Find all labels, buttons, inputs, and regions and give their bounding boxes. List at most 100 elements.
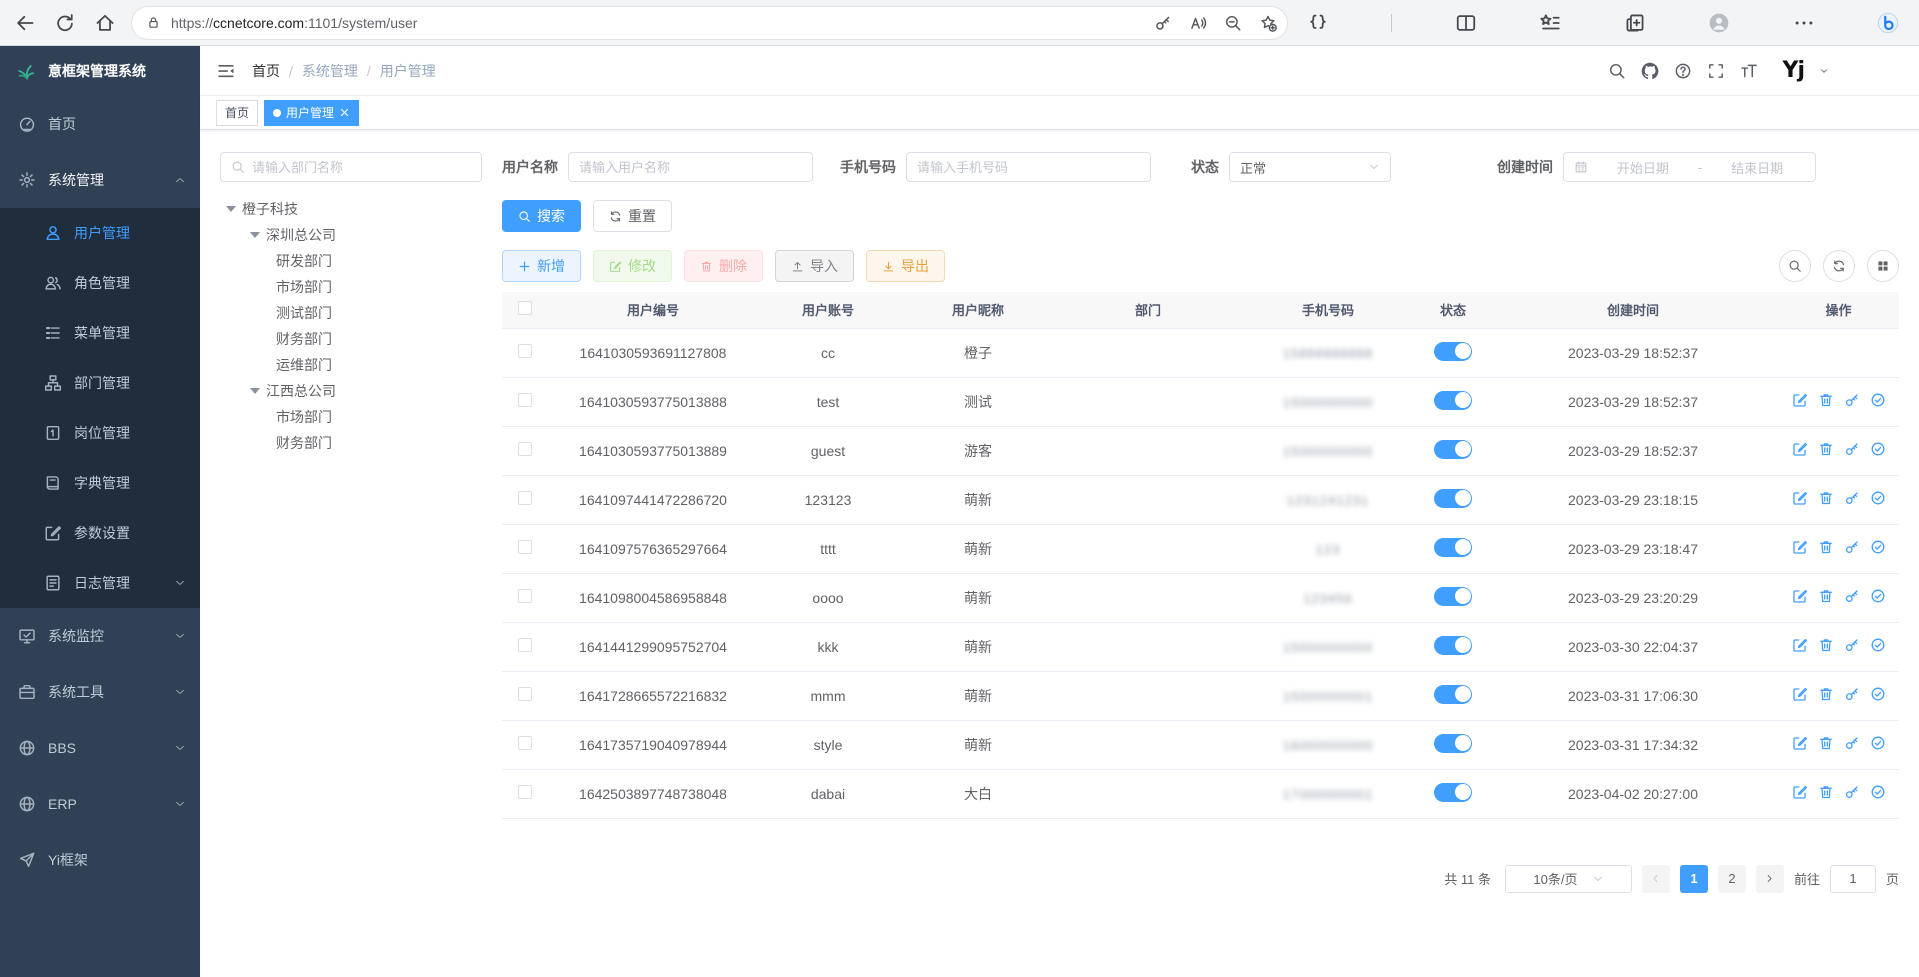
- home-icon[interactable]: [94, 12, 116, 34]
- status-toggle[interactable]: [1434, 342, 1472, 361]
- column-settings-button[interactable]: [1867, 250, 1899, 282]
- select-all-checkbox[interactable]: [518, 301, 532, 315]
- sidebar-item-bbs[interactable]: BBS: [0, 720, 200, 776]
- lock-icon[interactable]: [146, 15, 161, 30]
- dept-search-input[interactable]: [252, 160, 471, 175]
- tab-user-mgmt[interactable]: 用户管理: [264, 100, 359, 126]
- sidebar-item-system-monitor[interactable]: 系统监控: [0, 608, 200, 664]
- more-menu-icon[interactable]: [1793, 12, 1815, 34]
- edit-row-icon[interactable]: [1792, 441, 1808, 457]
- copilot-icon[interactable]: [1877, 12, 1899, 34]
- password-key-icon[interactable]: [1154, 14, 1172, 32]
- close-tab-icon[interactable]: [339, 107, 350, 118]
- breadcrumb-home[interactable]: 首页: [252, 61, 280, 81]
- split-screen-icon[interactable]: [1455, 12, 1477, 34]
- row-checkbox[interactable]: [518, 491, 532, 505]
- tree-node[interactable]: 研发部门: [220, 248, 482, 274]
- delete-row-icon[interactable]: [1818, 441, 1834, 457]
- reset-password-icon[interactable]: [1844, 539, 1860, 555]
- sidebar-item-erp[interactable]: ERP: [0, 776, 200, 832]
- delete-row-icon[interactable]: [1818, 735, 1834, 751]
- tree-node[interactable]: 江西总公司: [220, 378, 482, 404]
- sidebar-item-role-mgmt[interactable]: 角色管理: [0, 258, 200, 308]
- edit-row-icon[interactable]: [1792, 490, 1808, 506]
- status-toggle[interactable]: [1434, 685, 1472, 704]
- caret-icon[interactable]: [226, 206, 236, 212]
- edit-row-icon[interactable]: [1792, 392, 1808, 408]
- row-checkbox[interactable]: [518, 344, 532, 358]
- goto-page-input[interactable]: [1830, 865, 1876, 893]
- edit-row-icon[interactable]: [1792, 637, 1808, 653]
- reset-password-icon[interactable]: [1844, 735, 1860, 751]
- tree-node[interactable]: 深圳总公司: [220, 222, 482, 248]
- row-checkbox[interactable]: [518, 540, 532, 554]
- delete-row-icon[interactable]: [1818, 539, 1834, 555]
- assign-role-icon[interactable]: [1870, 539, 1886, 555]
- back-icon[interactable]: [14, 12, 36, 34]
- tree-node[interactable]: 市场部门: [220, 404, 482, 430]
- row-checkbox[interactable]: [518, 442, 532, 456]
- tab-home[interactable]: 首页: [216, 100, 258, 126]
- status-toggle[interactable]: [1434, 489, 1472, 508]
- date-range-picker[interactable]: 开始日期 - 结束日期: [1563, 152, 1816, 182]
- assign-role-icon[interactable]: [1870, 392, 1886, 408]
- avatar-caret-icon[interactable]: [1819, 66, 1829, 76]
- assign-role-icon[interactable]: [1870, 490, 1886, 506]
- sidebar-toggle-icon[interactable]: [216, 61, 236, 81]
- prev-page-button[interactable]: [1642, 865, 1670, 893]
- sidebar-item-system-tools[interactable]: 系统工具: [0, 664, 200, 720]
- collections-icon[interactable]: [1624, 12, 1646, 34]
- app-logo[interactable]: 意框架管理系统: [0, 46, 200, 96]
- tree-node[interactable]: 市场部门: [220, 274, 482, 300]
- page-button-2[interactable]: 2: [1718, 865, 1746, 893]
- sidebar-item-system-admin[interactable]: 系统管理: [0, 152, 200, 208]
- caret-icon[interactable]: [250, 232, 260, 238]
- phone-input[interactable]: [917, 160, 1140, 175]
- delete-row-icon[interactable]: [1818, 392, 1834, 408]
- font-size-icon[interactable]: [1740, 62, 1758, 80]
- reset-password-icon[interactable]: [1844, 637, 1860, 653]
- user-avatar-logo[interactable]: Yj: [1783, 58, 1804, 83]
- url-text[interactable]: https://ccnetcore.com:1101/system/user: [171, 15, 1154, 31]
- profile-avatar[interactable]: [1708, 12, 1730, 34]
- row-checkbox[interactable]: [518, 785, 532, 799]
- refresh-table-button[interactable]: [1823, 250, 1855, 282]
- sidebar-item-post-mgmt[interactable]: 岗位管理: [0, 408, 200, 458]
- favorites-bar-icon[interactable]: [1539, 12, 1561, 34]
- add-favorite-icon[interactable]: [1259, 14, 1277, 32]
- delete-row-icon[interactable]: [1818, 784, 1834, 800]
- reset-password-icon[interactable]: [1844, 784, 1860, 800]
- sidebar-item-dept-mgmt[interactable]: 部门管理: [0, 358, 200, 408]
- assign-role-icon[interactable]: [1870, 637, 1886, 653]
- import-button[interactable]: 导入: [775, 250, 854, 282]
- sidebar-item-menu-mgmt[interactable]: 菜单管理: [0, 308, 200, 358]
- status-toggle[interactable]: [1434, 783, 1472, 802]
- caret-icon[interactable]: [250, 388, 260, 394]
- assign-role-icon[interactable]: [1870, 686, 1886, 702]
- assign-role-icon[interactable]: [1870, 735, 1886, 751]
- status-toggle[interactable]: [1434, 440, 1472, 459]
- edit-row-icon[interactable]: [1792, 539, 1808, 555]
- reset-password-icon[interactable]: [1844, 588, 1860, 604]
- status-toggle[interactable]: [1434, 538, 1472, 557]
- read-aloud-icon[interactable]: [1189, 14, 1207, 32]
- edit-row-icon[interactable]: [1792, 588, 1808, 604]
- edit-row-icon[interactable]: [1792, 784, 1808, 800]
- status-toggle[interactable]: [1434, 587, 1472, 606]
- status-select[interactable]: 正常: [1229, 152, 1391, 182]
- assign-role-icon[interactable]: [1870, 588, 1886, 604]
- status-toggle[interactable]: [1434, 636, 1472, 655]
- refresh-icon[interactable]: [54, 12, 76, 34]
- tree-node[interactable]: 财务部门: [220, 430, 482, 456]
- page-size-select[interactable]: 10条/页: [1505, 865, 1632, 893]
- reset-password-icon[interactable]: [1844, 490, 1860, 506]
- assign-role-icon[interactable]: [1870, 441, 1886, 457]
- status-toggle[interactable]: [1434, 734, 1472, 753]
- delete-row-icon[interactable]: [1818, 588, 1834, 604]
- row-checkbox[interactable]: [518, 736, 532, 750]
- sidebar-item-log-mgmt[interactable]: 日志管理: [0, 558, 200, 608]
- tree-node[interactable]: 财务部门: [220, 326, 482, 352]
- tree-node[interactable]: 运维部门: [220, 352, 482, 378]
- edit-row-icon[interactable]: [1792, 735, 1808, 751]
- sidebar-item-yi-framework[interactable]: Yi框架: [0, 832, 200, 888]
